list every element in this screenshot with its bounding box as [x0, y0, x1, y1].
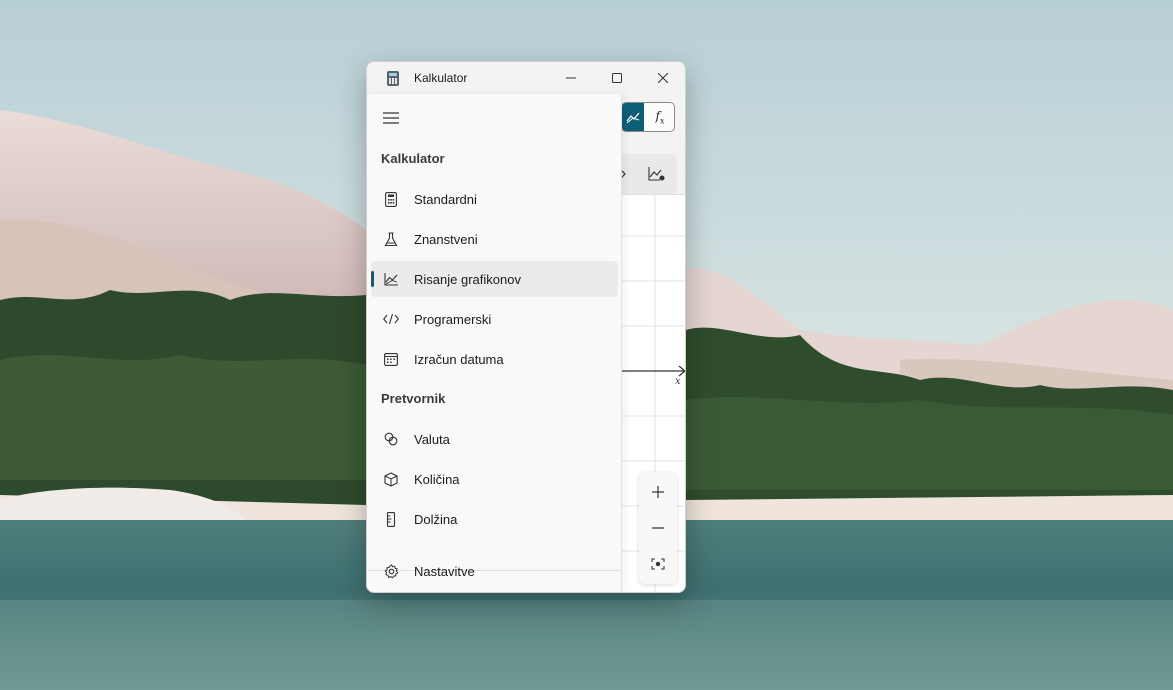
close-icon — [658, 73, 668, 83]
title-bar[interactable]: Kalkulator — [367, 62, 685, 94]
function-mode-button[interactable]: fx — [644, 103, 674, 131]
nav-item-izracun-datuma[interactable]: Izračun datuma — [371, 341, 618, 377]
x-axis-label: x — [675, 376, 681, 387]
graph-settings-icon — [648, 167, 665, 181]
nav-item-valuta[interactable]: Valuta — [371, 421, 618, 457]
standard-calculator-icon — [383, 191, 399, 207]
cube-icon — [383, 471, 399, 487]
minimize-icon — [566, 77, 576, 79]
flask-icon — [383, 231, 399, 247]
close-button[interactable] — [640, 62, 685, 94]
navigation-pane: Kalkulator Standardni Znanstveni Risanje… — [367, 94, 622, 592]
window-title: Kalkulator — [414, 71, 468, 85]
hamburger-icon — [383, 112, 399, 124]
nav-item-programerski[interactable]: Programerski — [371, 301, 618, 337]
ruler-icon — [383, 511, 399, 527]
calculator-window: Kalkulator fx x Kalkulator Standardni Zn… — [366, 61, 686, 593]
menu-button[interactable] — [375, 102, 407, 134]
maximize-icon — [612, 73, 622, 83]
nav-item-label: Programerski — [414, 312, 492, 327]
nav-item-label: Risanje grafikonov — [414, 272, 521, 287]
nav-item-label: Standardni — [414, 192, 477, 207]
nav-item-nastavitve[interactable]: Nastavitve — [371, 553, 618, 589]
nav-item-kolicina[interactable]: Količina — [371, 461, 618, 497]
currency-icon — [383, 431, 399, 447]
code-icon — [383, 311, 399, 327]
zoom-out-button[interactable] — [639, 510, 677, 546]
nav-item-standardni[interactable]: Standardni — [371, 181, 618, 217]
nav-item-risanje-grafikonov[interactable]: Risanje grafikonov — [371, 261, 618, 297]
nav-item-label: Dolžina — [414, 512, 458, 527]
gear-icon — [383, 563, 399, 579]
calendar-icon — [383, 351, 399, 367]
nav-item-znanstveni[interactable]: Znanstveni — [371, 221, 618, 257]
graph-mode-button[interactable] — [622, 103, 644, 131]
zoom-controls — [639, 472, 677, 584]
nav-item-label: Znanstveni — [414, 232, 478, 247]
section-header-kalkulator: Kalkulator — [381, 151, 445, 166]
minimize-button[interactable] — [548, 62, 594, 94]
fit-view-icon — [651, 558, 665, 570]
function-label: fx — [655, 108, 665, 126]
section-header-pretvornik: Pretvornik — [381, 391, 446, 406]
graph-icon — [383, 271, 399, 287]
graph-settings-button[interactable] — [647, 164, 667, 184]
graph-mode-toggle[interactable]: fx — [621, 102, 675, 132]
selection-indicator — [371, 271, 374, 287]
zoom-in-button[interactable] — [639, 474, 677, 510]
zoom-out-icon — [652, 527, 664, 529]
reset-view-button[interactable] — [639, 546, 677, 582]
zoom-in-icon — [652, 486, 664, 498]
nav-item-label: Količina — [414, 472, 460, 487]
nav-item-label: Nastavitve — [414, 564, 475, 579]
maximize-button[interactable] — [594, 62, 640, 94]
nav-item-label: Valuta — [414, 432, 450, 447]
nav-item-dolzina[interactable]: Dolžina — [371, 501, 618, 537]
graph-icon — [626, 112, 640, 123]
graph-toolbar — [615, 154, 677, 194]
nav-item-label: Izračun datuma — [414, 352, 504, 367]
calculator-app-icon — [387, 71, 399, 86]
